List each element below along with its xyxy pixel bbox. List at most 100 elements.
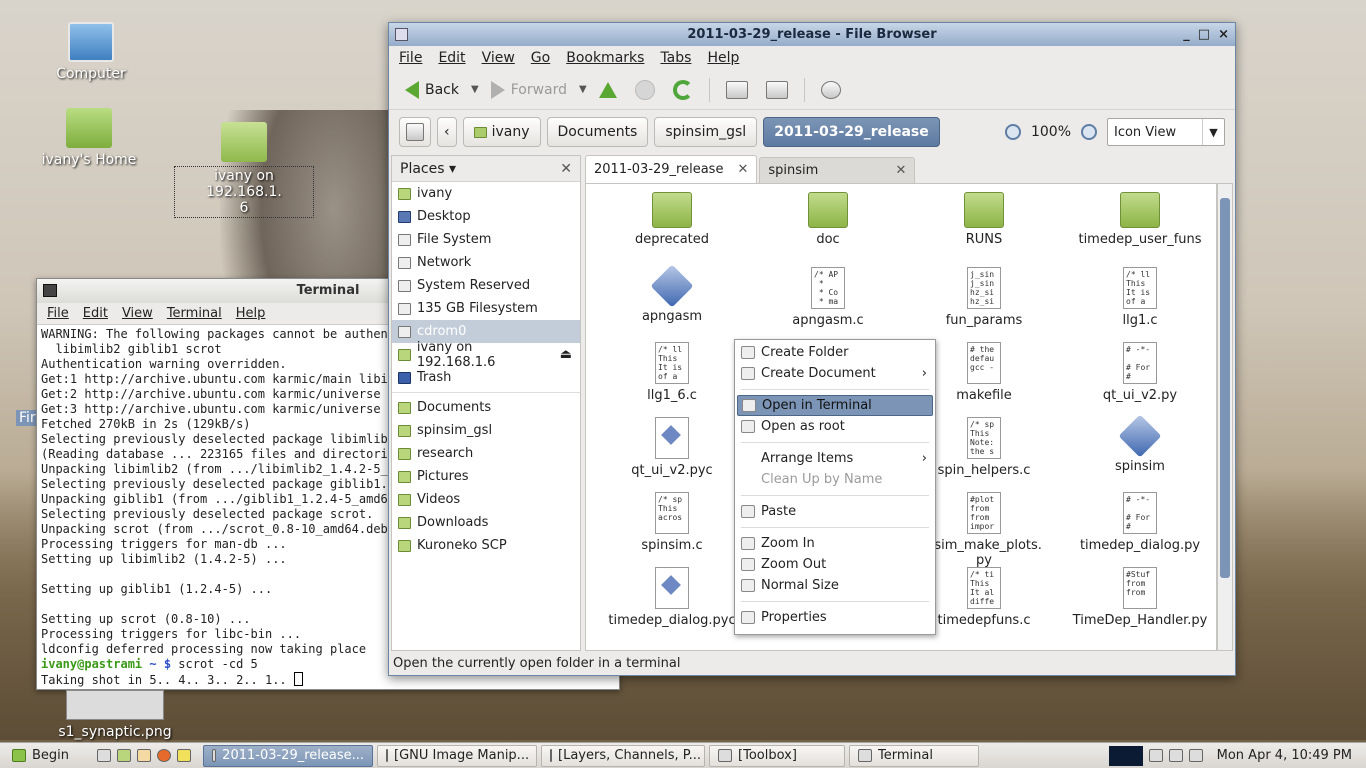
file-item[interactable]: timedep_dialog.pyc — [594, 567, 750, 628]
taskbar-button[interactable]: [Layers, Channels, P... — [541, 744, 706, 767]
editor-launcher-icon[interactable] — [137, 749, 152, 762]
menu-view[interactable]: View — [482, 46, 515, 70]
main-menu-button[interactable]: Begin — [4, 745, 77, 767]
desktop-icon-network-share[interactable]: ivany on 192.168.1. 6 — [174, 122, 314, 218]
screenshot-thumbnail-icon[interactable] — [66, 690, 164, 720]
close-button[interactable]: × — [1218, 23, 1229, 46]
up-button[interactable] — [593, 78, 623, 102]
sidebar-bookmark-pictures[interactable]: Pictures — [392, 465, 580, 488]
file-item[interactable]: j_sin j_sin hz_si hz_si fun_params — [906, 267, 1062, 328]
forward-history-dropdown[interactable]: ▼ — [579, 84, 587, 95]
file-item[interactable]: # -*- # For # qt_ui_v2.py — [1062, 342, 1216, 403]
breadcrumb-documents[interactable]: Documents — [546, 117, 649, 147]
terminal-launcher-icon[interactable] — [97, 749, 112, 762]
firefox-launcher-icon[interactable] — [157, 749, 172, 762]
menu-go[interactable]: Go — [531, 46, 550, 70]
sidebar-item-file-system[interactable]: File System — [392, 228, 580, 251]
close-sidebar-icon[interactable]: ✕ — [560, 161, 572, 177]
menu-item-normal-size[interactable]: Normal Size — [737, 575, 933, 596]
desktop-icon-home[interactable]: ivany's Home — [34, 108, 144, 168]
file-item[interactable]: qt_ui_v2.pyc — [594, 417, 750, 478]
file-item[interactable]: doc — [750, 192, 906, 247]
file-item[interactable]: RUNS — [906, 192, 1062, 247]
sidebar-bookmark-spinsim-gsl[interactable]: spinsim_gsl — [392, 419, 580, 442]
menu-help[interactable]: Help — [707, 46, 739, 70]
menu-file[interactable]: File — [399, 46, 422, 70]
sidebar-item-ivany[interactable]: ivany — [392, 182, 580, 205]
scrollbar-thumb[interactable] — [1220, 198, 1230, 578]
sidebar-bookmark-research[interactable]: research — [392, 442, 580, 465]
file-item[interactable]: deprecated — [594, 192, 750, 247]
menu-item-paste[interactable]: Paste — [737, 501, 933, 522]
taskbar-button[interactable]: [Toolbox] — [709, 744, 846, 767]
toggle-location-entry-button[interactable] — [399, 117, 431, 147]
clock[interactable]: Mon Apr 4, 10:49 PM — [1217, 748, 1352, 763]
file-item[interactable]: apngasm — [594, 264, 750, 324]
sidebar-item-135-gb-filesystem[interactable]: 135 GB Filesystem — [392, 297, 580, 320]
menu-terminal[interactable]: Terminal — [167, 303, 222, 324]
menu-tabs[interactable]: Tabs — [660, 46, 691, 70]
sidebar-bookmark-downloads[interactable]: Downloads — [392, 511, 580, 534]
file-item[interactable]: # -*- # For # timedep_dialog.py — [1062, 492, 1216, 553]
menu-bookmarks[interactable]: Bookmarks — [566, 46, 644, 70]
sidebar-item-system-reserved[interactable]: System Reserved — [392, 274, 580, 297]
computer-button[interactable] — [760, 77, 794, 103]
taskbar-button[interactable]: 2011-03-29_release... — [203, 744, 374, 767]
file-item[interactable]: spinsim — [1062, 414, 1216, 474]
zoom-out-icon[interactable] — [1004, 124, 1021, 140]
menu-item-properties[interactable]: Properties — [737, 607, 933, 628]
view-mode-select[interactable]: Icon View ▼ — [1107, 118, 1225, 146]
sidebar-item-ivany-on-192-168-1-6[interactable]: ivany on 192.168.1.6 ⏏ — [392, 340, 580, 370]
file-item[interactable]: #Stuf from from TimeDep_Handler.py — [1062, 567, 1216, 628]
sidebar-bookmark-videos[interactable]: Videos — [392, 488, 580, 511]
breadcrumb-current[interactable]: 2011-03-29_release — [763, 117, 940, 147]
file-item[interactable]: /* ll This It is of a llg1.c — [1062, 267, 1216, 328]
file-item[interactable]: /* sp This acros spinsim.c — [594, 492, 750, 553]
menu-item-arrange-items[interactable]: Arrange Items › — [737, 448, 933, 469]
network-icon[interactable] — [1168, 749, 1183, 762]
taskbar-button[interactable]: [GNU Image Manip... — [377, 744, 538, 767]
notes-launcher-icon[interactable] — [177, 749, 192, 762]
tab-spinsim[interactable]: spinsim ✕ — [759, 157, 916, 183]
breadcrumb-spinsim-gsl[interactable]: spinsim_gsl — [654, 117, 758, 147]
menu-edit[interactable]: Edit — [83, 303, 108, 324]
menu-file[interactable]: File — [47, 303, 69, 324]
sidebar-bookmark-kuroneko-scp[interactable]: Kuroneko SCP — [392, 534, 580, 557]
tab-release[interactable]: 2011-03-29_release ✕ — [585, 155, 758, 183]
maximize-button[interactable]: □ — [1198, 23, 1210, 46]
menu-item-create-folder[interactable]: Create Folder — [737, 342, 933, 363]
file-item[interactable]: timedep_user_funs — [1062, 192, 1216, 247]
menu-item-zoom-out[interactable]: Zoom Out — [737, 554, 933, 575]
file-item[interactable]: /* ll This It is of a llg1_6.c — [594, 342, 750, 403]
network-monitor-graph[interactable] — [1108, 745, 1143, 766]
sidebar-header[interactable]: Places ▾ ✕ — [392, 156, 580, 182]
users-icon[interactable] — [1148, 749, 1163, 762]
sidebar-bookmark-documents[interactable]: Documents — [392, 396, 580, 419]
close-tab-icon[interactable]: ✕ — [895, 163, 906, 178]
forward-button[interactable]: Forward — [485, 77, 573, 103]
search-button[interactable] — [815, 77, 847, 103]
breadcrumb-left-button[interactable]: ‹ — [437, 117, 457, 147]
back-button[interactable]: Back — [399, 77, 465, 103]
eject-icon[interactable]: ⏏ — [560, 347, 580, 362]
breadcrumb-ivany[interactable]: ivany — [462, 117, 541, 147]
back-history-dropdown[interactable]: ▼ — [471, 84, 479, 95]
volume-icon[interactable] — [1188, 749, 1203, 762]
menu-item-zoom-in[interactable]: Zoom In — [737, 533, 933, 554]
desktop-icon-computer[interactable]: Computer — [36, 22, 146, 82]
menu-item-create-document[interactable]: Create Document › — [737, 363, 933, 384]
zoom-in-icon[interactable] — [1081, 124, 1097, 140]
menu-item-open-as-root[interactable]: Open as root — [737, 416, 933, 437]
menu-view[interactable]: View — [122, 303, 153, 324]
stop-button[interactable] — [629, 76, 661, 104]
vertical-scrollbar[interactable] — [1217, 183, 1233, 651]
home-button[interactable] — [720, 77, 754, 103]
menu-edit[interactable]: Edit — [438, 46, 465, 70]
menu-help[interactable]: Help — [236, 303, 266, 324]
files-launcher-icon[interactable] — [117, 749, 132, 762]
minimize-button[interactable]: _ — [1183, 23, 1190, 46]
close-tab-icon[interactable]: ✕ — [737, 162, 748, 177]
sidebar-item-desktop[interactable]: Desktop — [392, 205, 580, 228]
reload-button[interactable] — [667, 76, 699, 104]
file-browser-titlebar[interactable]: 2011-03-29_release - File Browser _ □ × — [389, 23, 1235, 46]
